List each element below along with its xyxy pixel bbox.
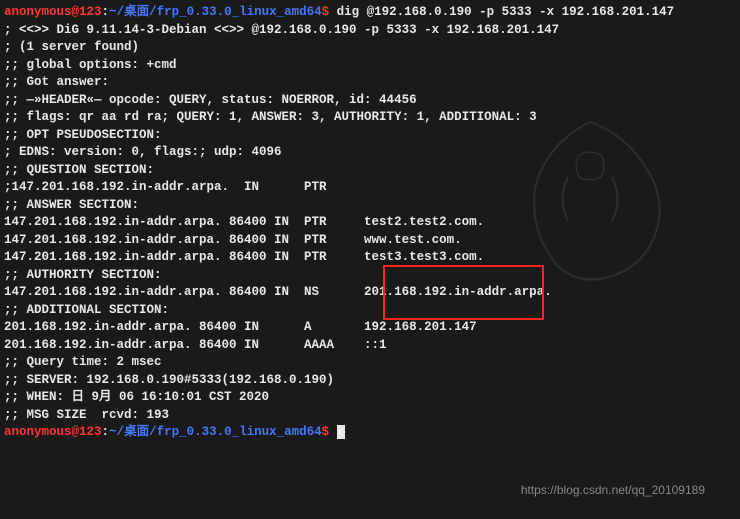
output-line-answer: 147.201.168.192.in-addr.arpa. 86400 IN P… [4, 214, 736, 232]
output-line-answer: 147.201.168.192.in-addr.arpa. 86400 IN P… [4, 232, 736, 250]
output-line: ;; OPT PSEUDOSECTION: [4, 127, 736, 145]
output-line: ;; Query time: 2 msec [4, 354, 736, 372]
output-line: ;; global options: +cmd [4, 57, 736, 75]
output-line: ;; AUTHORITY SECTION: [4, 267, 736, 285]
output-line: ;; MSG SIZE rcvd: 193 [4, 407, 736, 425]
prompt-line-1[interactable]: anonymous@123:~/桌面/frp_0.33.0_linux_amd6… [4, 4, 736, 22]
prompt-line-2[interactable]: anonymous@123:~/桌面/frp_0.33.0_linux_amd6… [4, 424, 736, 442]
output-line: ;; SERVER: 192.168.0.190#5333(192.168.0.… [4, 372, 736, 390]
dig-command: dig @192.168.0.190 -p 5333 -x 192.168.20… [329, 5, 674, 19]
output-line: ;; —»HEADER«— opcode: QUERY, status: NOE… [4, 92, 736, 110]
cursor-icon [337, 425, 345, 439]
prompt-path: /桌面/frp_0.33.0_linux_amd64 [117, 425, 322, 439]
output-line: ;147.201.168.192.in-addr.arpa. IN PTR [4, 179, 736, 197]
output-line: ;; ADDITIONAL SECTION: [4, 302, 736, 320]
output-line: ; <<>> DiG 9.11.14-3-Debian <<>> @192.16… [4, 22, 736, 40]
output-line: ;; ANSWER SECTION: [4, 197, 736, 215]
prompt-user: anonymous [4, 425, 72, 439]
output-line: ;; QUESTION SECTION: [4, 162, 736, 180]
output-line: 147.201.168.192.in-addr.arpa. 86400 IN N… [4, 284, 736, 302]
output-line: ; EDNS: version: 0, flags:; udp: 4096 [4, 144, 736, 162]
watermark-text: https://blog.csdn.net/qq_20109189 [521, 482, 705, 499]
output-line-answer: 147.201.168.192.in-addr.arpa. 86400 IN P… [4, 249, 736, 267]
terminal-output: anonymous@123:~/桌面/frp_0.33.0_linux_amd6… [4, 4, 736, 442]
output-line: ; (1 server found) [4, 39, 736, 57]
prompt-path: /桌面/frp_0.33.0_linux_amd64 [117, 5, 322, 19]
output-line: ;; flags: qr aa rd ra; QUERY: 1, ANSWER:… [4, 109, 736, 127]
output-line: 201.168.192.in-addr.arpa. 86400 IN A 192… [4, 319, 736, 337]
output-line: ;; WHEN: 日 9月 06 16:10:01 CST 2020 [4, 389, 736, 407]
output-line: ;; Got answer: [4, 74, 736, 92]
output-line: 201.168.192.in-addr.arpa. 86400 IN AAAA … [4, 337, 736, 355]
prompt-user: anonymous [4, 5, 72, 19]
